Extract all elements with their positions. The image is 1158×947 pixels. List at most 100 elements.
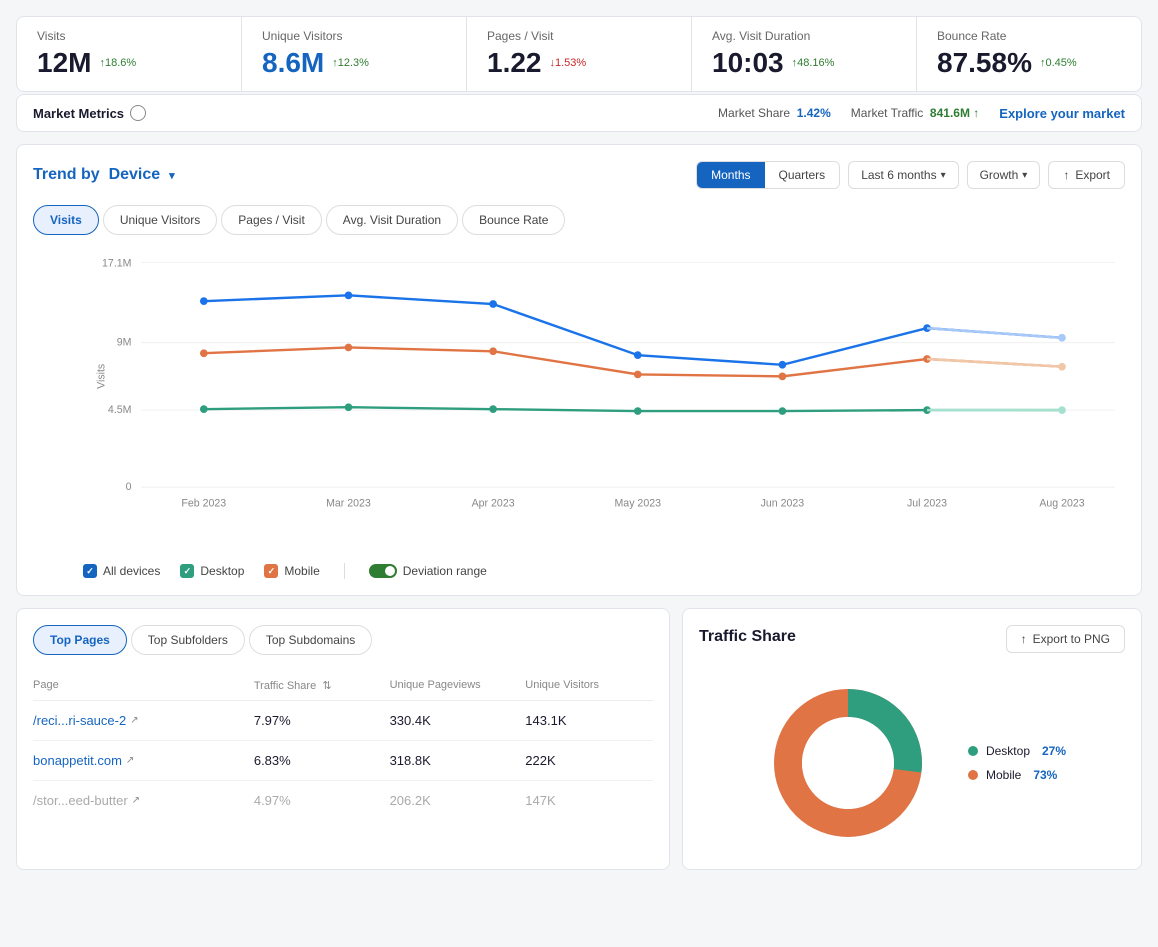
ad-value: 10:03 ↑48.16% [712,47,896,79]
globe-icon [130,105,146,121]
explore-market-button[interactable]: Explore your market [999,106,1125,121]
pageviews-1: 330.4K [390,713,518,728]
stats-bar: Visits 12M ↑18.6% Unique Visitors 8.6M ↑… [16,16,1142,92]
traffic-3: 4.97% [254,793,382,808]
growth-chevron-icon: ▾ [1022,170,1027,181]
traffic-1: 7.97% [254,713,382,728]
period-toggle: Months Quarters [696,161,840,189]
stat-unique-visitors: Unique Visitors 8.6M ↑12.3% [242,17,467,91]
col-visitors: Unique Visitors [525,679,653,692]
pv-value: 1.22 ↓1.53% [487,47,671,79]
tab-bounce-rate[interactable]: Bounce Rate [462,205,565,235]
table-header: Page Traffic Share ⇅ Unique Pageviews Un… [33,671,653,701]
mobile-dot [968,770,978,780]
uv-value: 8.6M ↑12.3% [262,47,446,79]
growth-dropdown[interactable]: Growth ▾ [967,161,1041,189]
legend-desktop[interactable]: ✓ Desktop [180,564,244,578]
donut-container: Desktop 27% Mobile 73% [699,673,1125,853]
traffic-sort-icon[interactable]: ⇅ [322,680,331,692]
market-traffic-val: 841.6M ↑ [930,106,979,120]
traffic-2: 6.83% [254,753,382,768]
market-right: Market Share 1.42% Market Traffic 841.6M… [718,106,1125,121]
last6months-dropdown[interactable]: Last 6 months ▾ [848,161,958,189]
uv-change: ↑12.3% [332,57,369,69]
svg-text:9M: 9M [117,337,132,349]
market-share: Market Share 1.42% [718,106,831,120]
donut-legend: Desktop 27% Mobile 73% [968,744,1066,782]
svg-text:Mar 2023: Mar 2023 [326,498,371,510]
br-value: 87.58% ↑0.45% [937,47,1121,79]
legend-desktop-share: Desktop 27% [968,744,1066,758]
legend-divider [344,563,345,579]
external-link-icon: ↗ [130,715,138,726]
export-png-button[interactable]: ↑ Export to PNG [1006,625,1125,653]
svg-text:Jul 2023: Jul 2023 [907,498,947,510]
legend-all-devices[interactable]: ✓ All devices [83,564,160,578]
pv-change: ↓1.53% [550,57,587,69]
stat-pages-visit: Pages / Visit 1.22 ↓1.53% [467,17,692,91]
visitors-2: 222K [525,753,653,768]
ad-label: Avg. Visit Duration [712,29,896,43]
col-pageviews: Unique Pageviews [390,679,518,692]
svg-text:Apr 2023: Apr 2023 [472,498,515,510]
metric-tabs: Visits Unique Visitors Pages / Visit Avg… [33,205,1125,235]
last6months-chevron-icon: ▾ [941,170,946,181]
visits-value: 12M ↑18.6% [37,47,221,79]
page-link-1[interactable]: /reci...ri-sauce-2 ↗ [33,713,246,728]
tab-top-subfolders[interactable]: Top Subfolders [131,625,245,655]
tab-pages-visit[interactable]: Pages / Visit [221,205,321,235]
svg-text:Aug 2023: Aug 2023 [1039,498,1084,510]
months-button[interactable]: Months [697,162,764,188]
stat-bounce-rate: Bounce Rate 87.58% ↑0.45% [917,17,1141,91]
desktop-share-val: 27% [1042,744,1066,758]
tab-unique-visitors[interactable]: Unique Visitors [103,205,217,235]
trend-controls: Months Quarters Last 6 months ▾ Growth ▾… [696,161,1125,189]
page-link-2[interactable]: bonappetit.com ↗ [33,753,246,768]
all-devices-checkbox[interactable]: ✓ [83,564,97,578]
tab-avg-duration[interactable]: Avg. Visit Duration [326,205,458,235]
pages-section: Top Pages Top Subfolders Top Subdomains … [16,608,670,870]
traffic-share-title: Traffic Share [699,628,796,646]
deviation-toggle[interactable] [369,564,397,578]
col-traffic: Traffic Share ⇅ [254,679,382,692]
legend-mobile[interactable]: ✓ Mobile [264,564,319,578]
ad-change: ↑48.16% [792,57,835,69]
market-bar: Market Metrics Market Share 1.42% Market… [16,94,1142,132]
tab-top-subdomains[interactable]: Top Subdomains [249,625,372,655]
table-row: /stor...eed-butter ↗ 4.97% 206.2K 147K [33,781,653,820]
svg-text:May 2023: May 2023 [614,498,661,510]
tab-top-pages[interactable]: Top Pages [33,625,127,655]
br-change: ↑0.45% [1040,57,1077,69]
page-link-3[interactable]: /stor...eed-butter ↗ [33,793,246,808]
svg-text:4.5M: 4.5M [108,404,132,416]
mobile-checkbox[interactable]: ✓ [264,564,278,578]
external-link-icon: ↗ [126,755,134,766]
tab-visits[interactable]: Visits [33,205,99,235]
pages-tabs: Top Pages Top Subfolders Top Subdomains [33,625,653,655]
chart-legend: ✓ All devices ✓ Desktop ✓ Mobile [33,563,1125,579]
trend-header: Trend by Device ▾ Months Quarters Last 6… [33,161,1125,189]
svg-text:0: 0 [126,481,132,493]
export-icon: ↑ [1063,168,1069,182]
device-chevron-icon[interactable]: ▾ [169,170,175,182]
market-metrics-label: Market Metrics [33,105,146,121]
pageviews-2: 318.8K [390,753,518,768]
device-dropdown[interactable]: Device [109,166,161,183]
trend-chart: 17.1M 9M 4.5M 0 Feb 2023 Mar 2023 Apr 20… [83,251,1125,521]
stat-avg-duration: Avg. Visit Duration 10:03 ↑48.16% [692,17,917,91]
desktop-checkbox[interactable]: ✓ [180,564,194,578]
col-page: Page [33,679,246,692]
svg-text:Jun 2023: Jun 2023 [761,498,805,510]
visitors-1: 143.1K [525,713,653,728]
export-button[interactable]: ↑ Export [1048,161,1125,189]
desktop-dot [968,746,978,756]
legend-mobile-share: Mobile 73% [968,768,1066,782]
uv-label: Unique Visitors [262,29,446,43]
br-label: Bounce Rate [937,29,1121,43]
quarters-button[interactable]: Quarters [765,162,840,188]
legend-deviation[interactable]: Deviation range [369,564,487,578]
mobile-share-val: 73% [1033,768,1057,782]
stat-visits: Visits 12M ↑18.6% [17,17,242,91]
chart-area: 17.1M 9M 4.5M 0 Feb 2023 Mar 2023 Apr 20… [33,251,1125,551]
trend-title: Trend by Device ▾ [33,166,175,184]
